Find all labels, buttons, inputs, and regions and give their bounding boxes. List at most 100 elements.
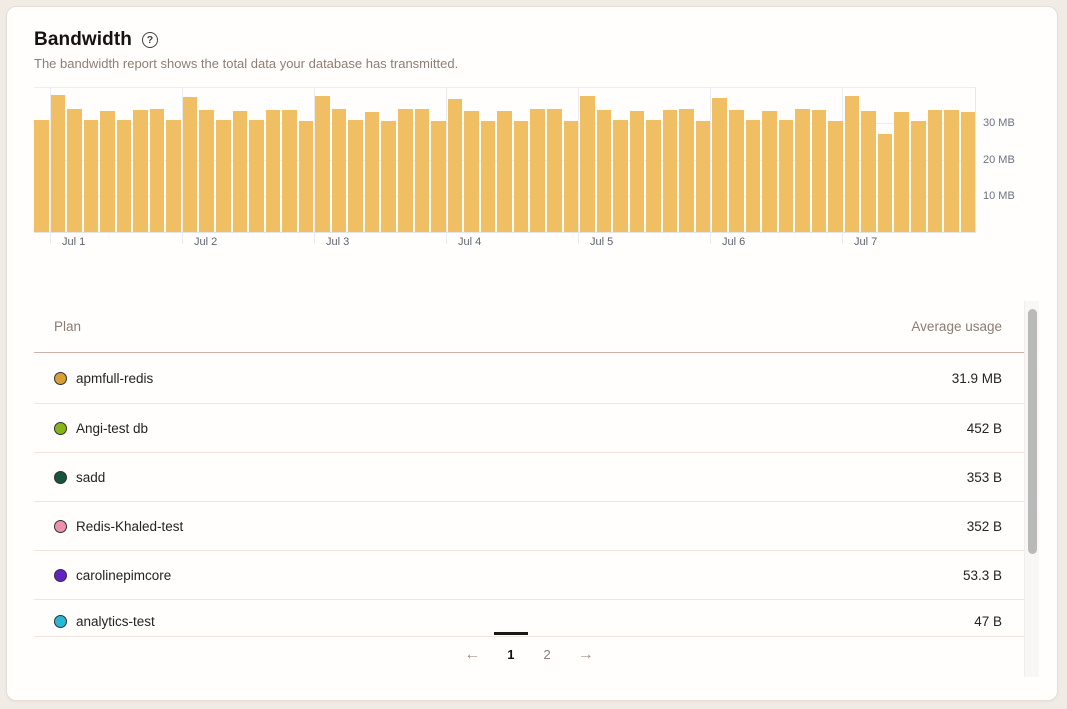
chart-bar[interactable]	[464, 111, 479, 232]
chart-bar[interactable]	[613, 120, 628, 232]
chart-bar[interactable]	[117, 120, 132, 232]
chart-bar[interactable]	[332, 109, 347, 232]
chart-bar[interactable]	[712, 98, 727, 232]
x-axis-tick-label: Jul 1	[62, 236, 85, 248]
chart-bar[interactable]	[961, 112, 976, 232]
column-header-average-usage: Average usage	[911, 319, 1002, 334]
chart-bar[interactable]	[183, 97, 198, 232]
plan-cell: sadd	[54, 470, 105, 485]
page-button-2[interactable]: 2	[540, 645, 555, 664]
chart-bar[interactable]	[845, 96, 860, 232]
plan-cell: apmfull-redis	[54, 371, 153, 386]
chart-bar[interactable]	[547, 109, 562, 232]
y-axis-tick-label: 10 MB	[983, 190, 1015, 202]
x-axis-tick-label: Jul 4	[458, 236, 481, 248]
chart-bar[interactable]	[282, 110, 297, 233]
chart-bar[interactable]	[133, 110, 148, 233]
chart-bar[interactable]	[795, 109, 810, 232]
table-row: Redis-Khaled-test 352 B	[34, 502, 1024, 551]
card-header: Bandwidth ? The bandwidth report shows t…	[34, 29, 458, 71]
chart-bar[interactable]	[746, 120, 761, 232]
x-axis-tick-label: Jul 2	[194, 236, 217, 248]
chart-bar[interactable]	[216, 120, 231, 232]
plan-name: Redis-Khaled-test	[76, 519, 183, 534]
chart-bar[interactable]	[299, 121, 314, 232]
chart-bar[interactable]	[944, 110, 959, 233]
chart-bar[interactable]	[928, 110, 943, 232]
plans-table-area: Plan Average usage apmfull-redis31.9 MBA…	[7, 301, 1058, 677]
plan-name: sadd	[76, 470, 105, 485]
chart-bar[interactable]	[894, 112, 909, 232]
chart-bar[interactable]	[580, 96, 595, 232]
table-scrollbar-track[interactable]	[1024, 301, 1039, 677]
plan-name: analytics-test	[76, 614, 155, 629]
chart-bar[interactable]	[84, 120, 99, 232]
y-axis-tick-label: 20 MB	[983, 154, 1015, 166]
next-page-arrow-icon[interactable]: →	[576, 647, 596, 663]
previous-page-arrow-icon[interactable]: ←	[462, 647, 482, 663]
chart-bar[interactable]	[315, 96, 330, 232]
chart-bar[interactable]	[762, 111, 777, 232]
chart-bar[interactable]	[812, 110, 827, 233]
chart-bar[interactable]	[431, 121, 446, 232]
table-row: Angi-test db 452 B	[34, 404, 1024, 453]
bandwidth-bar-chart: 30 MB20 MB10 MB Jul 1Jul 2Jul 3Jul 4Jul …	[34, 87, 1039, 252]
chart-bars	[34, 87, 975, 232]
chart-bar[interactable]	[630, 111, 645, 232]
chart-bar[interactable]	[861, 111, 876, 232]
series-color-dot-icon	[54, 520, 67, 533]
chart-bar[interactable]	[564, 121, 579, 232]
chart-bar[interactable]	[646, 120, 661, 232]
chart-bar[interactable]	[696, 121, 711, 232]
chart-bar[interactable]	[514, 121, 529, 232]
x-axis-tick-label: Jul 3	[326, 236, 349, 248]
x-axis-tick-label: Jul 5	[590, 236, 613, 248]
chart-bar[interactable]	[729, 110, 744, 232]
chart-bar[interactable]	[448, 99, 463, 232]
plan-name: apmfull-redis	[76, 371, 153, 386]
chart-bar[interactable]	[348, 120, 363, 232]
series-color-dot-icon	[54, 372, 67, 385]
help-icon[interactable]: ?	[142, 32, 158, 48]
chart-bar[interactable]	[166, 120, 181, 232]
chart-bar[interactable]	[381, 121, 396, 232]
card-subtitle: The bandwidth report shows the total dat…	[34, 56, 458, 71]
chart-bar[interactable]	[233, 111, 248, 232]
table-scrollbar-thumb[interactable]	[1028, 309, 1037, 554]
chart-bar[interactable]	[51, 95, 66, 232]
average-usage-value: 352 B	[967, 519, 1002, 534]
chart-bar[interactable]	[266, 110, 281, 232]
chart-bar[interactable]	[679, 109, 694, 232]
chart-bar[interactable]	[663, 110, 678, 233]
average-usage-value: 53.3 B	[963, 568, 1002, 583]
chart-bar[interactable]	[34, 120, 49, 232]
chart-bar[interactable]	[100, 111, 115, 232]
plan-cell: analytics-test	[54, 614, 155, 629]
table-row: sadd353 B	[34, 453, 1024, 502]
chart-bar[interactable]	[249, 120, 264, 232]
chart-bar[interactable]	[415, 109, 430, 232]
page-button-1[interactable]: 1	[503, 645, 518, 664]
chart-bar[interactable]	[911, 121, 926, 232]
chart-bar[interactable]	[150, 109, 165, 232]
chart-bar[interactable]	[530, 109, 545, 232]
chart-bar[interactable]	[398, 109, 413, 232]
chart-bar[interactable]	[878, 134, 893, 232]
average-usage-value: 47 B	[974, 614, 1002, 629]
average-usage-value: 452 B	[967, 421, 1002, 436]
chart-bar[interactable]	[497, 111, 512, 232]
chart-bar[interactable]	[365, 112, 380, 232]
plan-cell: Angi-test db	[54, 421, 148, 436]
plan-name: Angi-test db	[76, 421, 148, 436]
x-axis-tick-label: Jul 7	[854, 236, 877, 248]
column-header-plan: Plan	[54, 319, 81, 334]
chart-bar[interactable]	[828, 121, 843, 232]
chart-plot-area	[34, 87, 976, 233]
chart-bar[interactable]	[481, 121, 496, 232]
x-axis-tick-label: Jul 6	[722, 236, 745, 248]
series-color-dot-icon	[54, 471, 67, 484]
chart-bar[interactable]	[199, 110, 214, 232]
chart-bar[interactable]	[597, 110, 612, 232]
chart-bar[interactable]	[67, 109, 82, 232]
chart-bar[interactable]	[779, 120, 794, 232]
